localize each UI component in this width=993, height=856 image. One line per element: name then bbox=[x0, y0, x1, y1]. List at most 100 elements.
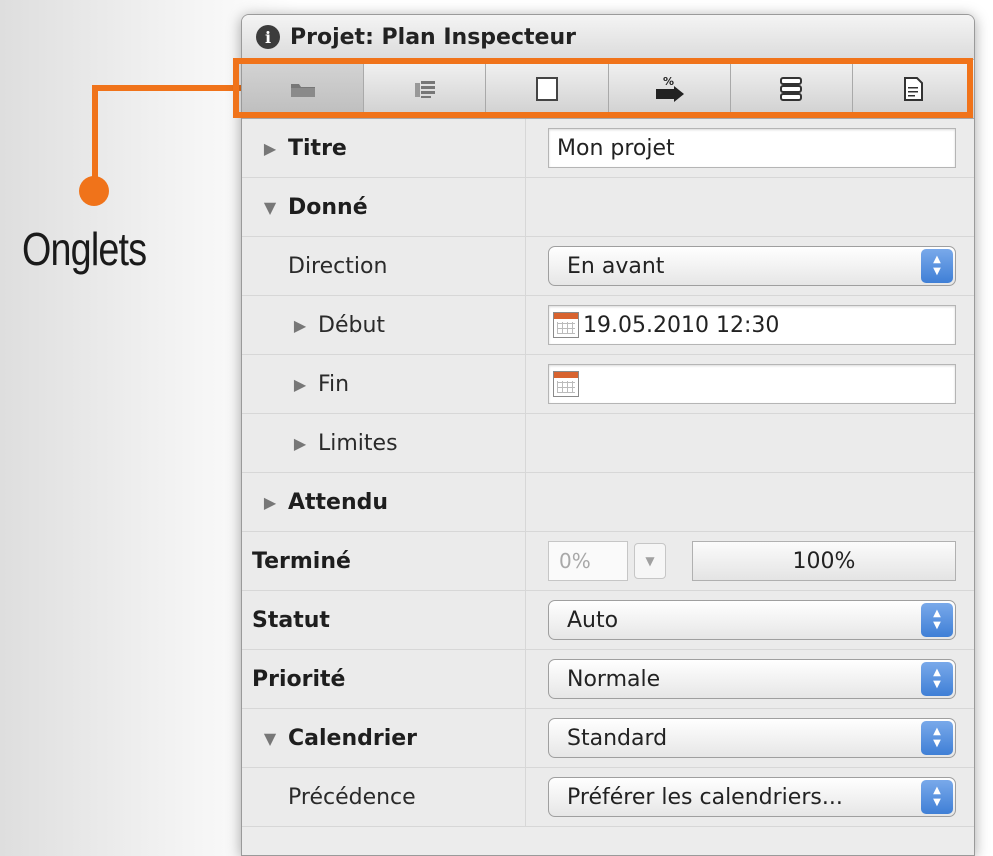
row-label: Précédence bbox=[242, 768, 526, 826]
row-debut: ▶ Début 19.05.2010 12:30 bbox=[242, 296, 974, 355]
updown-arrows-icon: ▲ ▼ bbox=[921, 780, 953, 814]
date-value: 19.05.2010 12:30 bbox=[583, 312, 780, 338]
label-text: Terminé bbox=[252, 548, 351, 574]
row-titre: ▶ Titre Mon projet bbox=[242, 119, 974, 178]
select-value: Auto bbox=[567, 607, 619, 633]
end-date-field[interactable] bbox=[548, 364, 956, 404]
row-donne: ▼ Donné bbox=[242, 178, 974, 237]
label-text: Fin bbox=[318, 371, 350, 397]
percent-arrow-icon: % bbox=[656, 75, 685, 102]
calendar-icon[interactable] bbox=[553, 371, 579, 397]
folder-icon bbox=[290, 84, 315, 97]
row-label: ▶ Limites bbox=[242, 414, 526, 472]
callout-dot bbox=[79, 176, 109, 206]
disclosure-expanded-icon[interactable]: ▼ bbox=[258, 729, 282, 748]
title-field[interactable]: Mon projet bbox=[548, 128, 956, 168]
svg-text:%: % bbox=[663, 75, 674, 88]
tab-project[interactable] bbox=[242, 60, 365, 118]
callout-line-horizontal bbox=[92, 85, 242, 91]
document-icon bbox=[904, 77, 924, 101]
disclosure-collapsed-icon[interactable]: ▶ bbox=[258, 139, 282, 158]
property-list: ▶ Titre Mon projet ▼ Donné Direction En … bbox=[242, 119, 974, 827]
row-value: Auto ▲ ▼ bbox=[526, 591, 974, 649]
row-precedence: Précédence Préférer les calendriers... ▲… bbox=[242, 768, 974, 827]
row-fin: ▶ Fin bbox=[242, 355, 974, 414]
disclosure-collapsed-icon[interactable]: ▶ bbox=[288, 434, 312, 453]
updown-arrows-icon: ▲ ▼ bbox=[921, 662, 953, 696]
tab-resources[interactable] bbox=[364, 60, 487, 118]
row-value: Mon projet bbox=[526, 119, 974, 177]
row-direction: Direction En avant ▲ ▼ bbox=[242, 237, 974, 296]
tab-notes[interactable] bbox=[853, 60, 974, 118]
label-text: Calendrier bbox=[288, 725, 418, 751]
label-text: Direction bbox=[288, 253, 388, 279]
row-label: ▶ Attendu bbox=[242, 473, 526, 531]
updown-arrows-icon: ▲ ▼ bbox=[921, 721, 953, 755]
square-icon bbox=[535, 77, 558, 101]
tab-layers[interactable] bbox=[731, 60, 853, 118]
label-text: Titre bbox=[288, 135, 347, 161]
row-value bbox=[526, 355, 974, 413]
select-value: Standard bbox=[567, 725, 668, 751]
select-value: Normale bbox=[567, 666, 661, 692]
tab-bar: % bbox=[242, 60, 974, 119]
status-select[interactable]: Auto ▲ ▼ bbox=[548, 600, 956, 640]
row-label: ▼ Donné bbox=[242, 178, 526, 236]
complete-100-button[interactable]: 100% bbox=[692, 541, 956, 581]
disclosure-collapsed-icon[interactable]: ▶ bbox=[288, 375, 312, 394]
percent-dropdown-icon: ▼ bbox=[634, 543, 666, 579]
row-value bbox=[526, 473, 974, 531]
row-value bbox=[526, 414, 974, 472]
row-statut: Statut Auto ▲ ▼ bbox=[242, 591, 974, 650]
row-label: ▼ Calendrier bbox=[242, 709, 526, 767]
label-text: Précédence bbox=[288, 784, 416, 810]
label-text: Limites bbox=[318, 430, 398, 456]
row-label: ▶ Titre bbox=[242, 119, 526, 177]
tab-task[interactable] bbox=[486, 60, 609, 118]
label-text: Attendu bbox=[288, 489, 389, 515]
row-label: Priorité bbox=[242, 650, 526, 708]
row-label: ▶ Fin bbox=[242, 355, 526, 413]
updown-arrows-icon: ▲ ▼ bbox=[921, 249, 953, 283]
tab-progress[interactable]: % bbox=[609, 60, 731, 118]
row-attendu: ▶ Attendu bbox=[242, 473, 974, 532]
callout-label: Onglets bbox=[22, 223, 147, 275]
label-text: Début bbox=[318, 312, 386, 338]
window-title: Projet: Plan Inspecteur bbox=[290, 24, 576, 50]
row-value bbox=[526, 178, 974, 236]
start-date-field[interactable]: 19.05.2010 12:30 bbox=[548, 305, 956, 345]
resources-icon bbox=[414, 81, 435, 98]
row-limites: ▶ Limites bbox=[242, 414, 974, 473]
row-value: Standard ▲ ▼ bbox=[526, 709, 974, 767]
precedence-select[interactable]: Préférer les calendriers... ▲ ▼ bbox=[548, 777, 956, 817]
select-value: En avant bbox=[567, 253, 665, 279]
label-text: Priorité bbox=[252, 666, 346, 692]
row-value: En avant ▲ ▼ bbox=[526, 237, 974, 295]
percent-field: 0% bbox=[548, 541, 628, 581]
inspector-window: i Projet: Plan Inspecteur % ▶ Titre Mon … bbox=[241, 14, 975, 856]
disclosure-collapsed-icon[interactable]: ▶ bbox=[258, 493, 282, 512]
row-label: Statut bbox=[242, 591, 526, 649]
direction-select[interactable]: En avant ▲ ▼ bbox=[548, 246, 956, 286]
label-text: Statut bbox=[252, 607, 330, 633]
row-value: Normale ▲ ▼ bbox=[526, 650, 974, 708]
select-value: Préférer les calendriers... bbox=[567, 784, 843, 810]
row-label: Direction bbox=[242, 237, 526, 295]
row-calendrier: ▼ Calendrier Standard ▲ ▼ bbox=[242, 709, 974, 768]
row-value: Préférer les calendriers... ▲ ▼ bbox=[526, 768, 974, 826]
row-priorite: Priorité Normale ▲ ▼ bbox=[242, 650, 974, 709]
row-value: 19.05.2010 12:30 bbox=[526, 296, 974, 354]
calendar-icon[interactable] bbox=[553, 312, 579, 338]
calendar-select[interactable]: Standard ▲ ▼ bbox=[548, 718, 956, 758]
disclosure-collapsed-icon[interactable]: ▶ bbox=[288, 316, 312, 335]
disclosure-expanded-icon[interactable]: ▼ bbox=[258, 198, 282, 217]
label-text: Donné bbox=[288, 194, 368, 220]
priority-select[interactable]: Normale ▲ ▼ bbox=[548, 659, 956, 699]
row-label: Terminé bbox=[242, 532, 526, 590]
row-termine: Terminé 0% ▼ 100% bbox=[242, 532, 974, 591]
info-icon: i bbox=[256, 25, 280, 49]
row-value: 0% ▼ 100% bbox=[526, 532, 974, 590]
title-bar: i Projet: Plan Inspecteur bbox=[242, 15, 974, 60]
row-label: ▶ Début bbox=[242, 296, 526, 354]
updown-arrows-icon: ▲ ▼ bbox=[921, 603, 953, 637]
